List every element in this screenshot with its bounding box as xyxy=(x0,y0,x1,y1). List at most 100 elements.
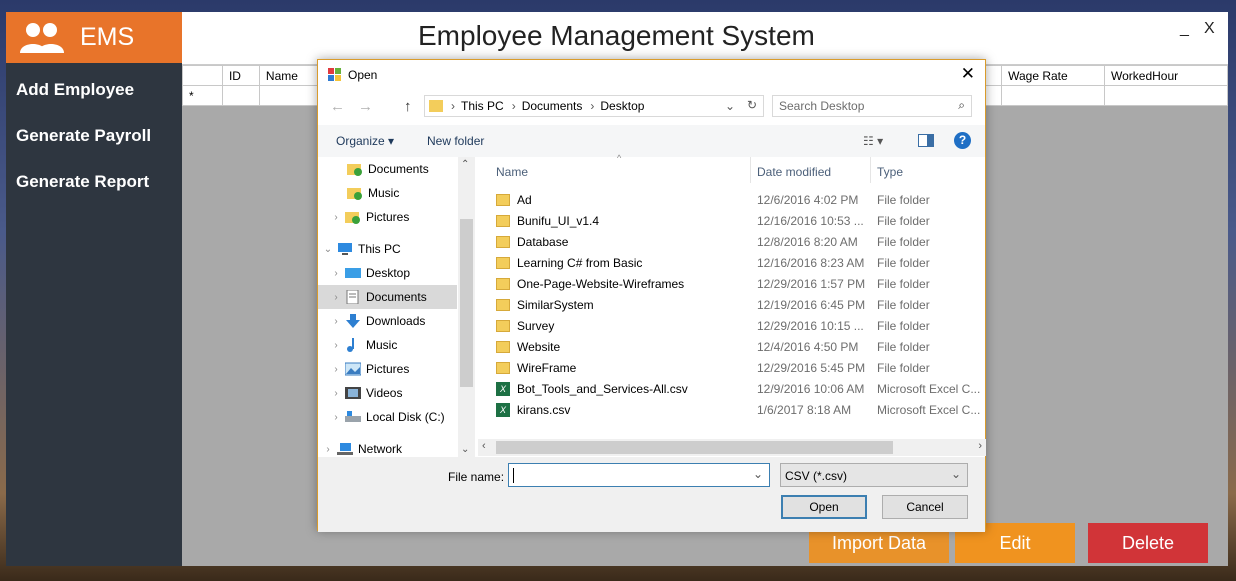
organize-button[interactable]: Organize ▾ xyxy=(336,134,394,148)
scroll-right-icon[interactable]: › xyxy=(978,440,982,452)
column-header-name[interactable]: Name xyxy=(258,65,320,86)
file-row[interactable]: Xkirans.csv 1/6/2017 8:18 AM Microsoft Exc… xyxy=(494,400,984,421)
chevron-down-icon[interactable]: ⌄ xyxy=(951,467,961,481)
file-row[interactable]: WireFrame 12/29/2016 5:45 PM File folder xyxy=(494,358,984,379)
chevron-right-icon[interactable]: › xyxy=(330,364,342,375)
search-input[interactable]: Search Desktop ⌕ xyxy=(772,95,972,117)
file-row[interactable]: Ad 12/6/2016 4:02 PM File folder xyxy=(494,190,984,211)
chevron-right-icon[interactable]: › xyxy=(330,340,342,351)
file-row[interactable]: Survey 12/29/2016 10:15 ... File folder xyxy=(494,316,984,337)
file-list-scrollbar[interactable]: ‹ › xyxy=(478,439,986,456)
scrollbar-thumb[interactable] xyxy=(460,219,473,387)
file-date: 12/8/2016 8:20 AM xyxy=(757,235,858,249)
tree-item-pictures[interactable]: › Pictures xyxy=(318,357,457,381)
up-arrow-icon[interactable]: ↑ xyxy=(404,98,412,115)
file-row[interactable]: SimilarSystem 12/19/2016 6:45 PM File fold… xyxy=(494,295,984,316)
file-name: kirans.csv xyxy=(517,403,571,417)
scroll-up-icon[interactable]: ⌃ xyxy=(461,159,469,170)
delete-button[interactable]: Delete xyxy=(1088,523,1208,563)
breadcrumb-this-pc[interactable]: This PC xyxy=(461,99,504,113)
column-header-date[interactable]: Date modified xyxy=(757,165,831,179)
table-cell[interactable] xyxy=(258,85,320,106)
file-row[interactable]: Learning C# from Basic 12/16/2016 8:23 AM… xyxy=(494,253,984,274)
column-header-wage-rate[interactable]: Wage Rate xyxy=(1001,65,1106,86)
chevron-right-icon[interactable]: › xyxy=(330,388,342,399)
file-row[interactable]: Database 12/8/2016 8:20 AM File folder xyxy=(494,232,984,253)
chevron-right-icon[interactable]: › xyxy=(330,212,342,223)
scroll-down-icon[interactable]: ⌄ xyxy=(461,444,469,455)
file-name-input[interactable]: ⌄ xyxy=(508,463,770,487)
file-name: Database xyxy=(517,235,569,249)
tree-item-this-pc[interactable]: ⌄ This PC xyxy=(318,237,457,261)
table-cell[interactable] xyxy=(1104,85,1228,106)
new-folder-button[interactable]: New folder xyxy=(427,134,484,148)
forward-arrow-icon[interactable]: → xyxy=(358,98,373,115)
file-row[interactable]: One-Page-Website-Wireframes 12/29/2016 1:… xyxy=(494,274,984,295)
folder-icon xyxy=(496,299,510,311)
column-header-name[interactable]: Name xyxy=(496,165,528,179)
tree-item-local-disk[interactable]: › Local Disk (C:) xyxy=(318,405,457,429)
tree-item-label: Documents xyxy=(368,162,429,176)
tree-item-music[interactable]: › Music xyxy=(318,333,457,357)
file-list[interactable]: ^ Name Date modified Type Ad 12/6/2016 4:… xyxy=(478,153,986,457)
tree-item-pictures-fav[interactable]: › Pictures xyxy=(318,205,457,229)
file-type-select[interactable]: CSV (*.csv) ⌄ xyxy=(780,463,968,487)
file-date: 12/16/2016 8:23 AM xyxy=(757,256,865,270)
excel-file-icon: X xyxy=(496,382,510,396)
close-button[interactable]: X xyxy=(1204,20,1215,38)
breadcrumb-desktop[interactable]: Desktop xyxy=(600,99,644,113)
chevron-right-icon[interactable]: › xyxy=(330,268,342,279)
file-row[interactable]: Bunifu_UI_v1.4 12/16/2016 10:53 ... File f… xyxy=(494,211,984,232)
tree-item-documents-fav[interactable]: Documents xyxy=(318,157,457,181)
app-icon xyxy=(328,68,341,81)
column-divider[interactable] xyxy=(750,157,751,183)
column-header-type[interactable]: Type xyxy=(877,165,903,179)
refresh-icon[interactable]: ↻ xyxy=(747,98,757,112)
cancel-button[interactable]: Cancel xyxy=(882,495,968,519)
tree-scrollbar[interactable]: ⌃ ⌄ xyxy=(458,157,475,457)
chevron-down-icon[interactable]: ⌄ xyxy=(725,99,735,113)
brand-title: EMS xyxy=(80,23,135,51)
file-row[interactable]: X Bot_Tools_and_Services-All.csv 12/9/2016… xyxy=(494,379,984,400)
file-type: Microsoft Excel C... xyxy=(877,382,981,396)
chevron-right-icon[interactable]: › xyxy=(330,292,342,303)
open-file-dialog: Open ✕ ← → ↑ › This PC › Documents › Des… xyxy=(317,59,986,532)
tree-item-desktop[interactable]: › Desktop xyxy=(318,261,457,285)
file-row[interactable]: Website 12/4/2016 4:50 PM File folder xyxy=(494,337,984,358)
chevron-down-icon[interactable]: ⌄ xyxy=(753,467,763,481)
chevron-right-icon[interactable]: › xyxy=(330,316,342,327)
tree-item-label: Music xyxy=(366,338,398,352)
view-options-icon[interactable]: ☷ ▾ xyxy=(863,134,883,148)
file-date: 12/16/2016 10:53 ... xyxy=(757,214,864,228)
column-header-worked-hour[interactable]: WorkedHour xyxy=(1104,65,1228,86)
minimize-button[interactable]: _ xyxy=(1180,20,1189,38)
tree-item-videos[interactable]: › Videos xyxy=(318,381,457,405)
chevron-right-icon[interactable]: › xyxy=(330,412,342,423)
scrollbar-thumb[interactable] xyxy=(496,441,893,454)
preview-pane-icon[interactable] xyxy=(918,134,934,147)
back-arrow-icon[interactable]: ← xyxy=(330,98,345,115)
column-header-id[interactable]: ID xyxy=(221,65,260,86)
address-row: ← → ↑ › This PC › Documents › Desktop ⌄ … xyxy=(318,93,985,121)
chevron-right-icon[interactable]: › xyxy=(322,444,334,455)
tree-item-documents[interactable]: › Documents xyxy=(318,285,457,309)
open-button[interactable]: Open xyxy=(781,495,867,519)
scroll-left-icon[interactable]: ‹ xyxy=(482,440,486,452)
help-icon[interactable]: ? xyxy=(954,132,971,149)
nav-generate-report[interactable]: Generate Report xyxy=(16,172,149,192)
column-divider[interactable] xyxy=(870,157,871,183)
tree-item-music-fav[interactable]: Music xyxy=(318,181,457,205)
dialog-close-icon[interactable]: ✕ xyxy=(961,64,975,84)
table-cell[interactable] xyxy=(1001,85,1106,106)
table-cell[interactable] xyxy=(221,85,260,106)
tree-item-downloads[interactable]: › Downloads xyxy=(318,309,457,333)
nav-add-employee[interactable]: Add Employee xyxy=(16,80,134,100)
tree-item-label: This PC xyxy=(358,242,401,256)
address-bar[interactable]: › This PC › Documents › Desktop ⌄ ↻ xyxy=(424,95,764,117)
chevron-down-icon[interactable]: ⌄ xyxy=(322,244,334,255)
breadcrumb-documents[interactable]: Documents xyxy=(522,99,583,113)
navigation-pane[interactable]: Documents Music › Pictures ⌄ This PC › D… xyxy=(318,157,475,457)
search-icon[interactable]: ⌕ xyxy=(958,98,965,113)
nav-generate-payroll[interactable]: Generate Payroll xyxy=(16,126,151,146)
search-placeholder: Search Desktop xyxy=(779,99,865,113)
